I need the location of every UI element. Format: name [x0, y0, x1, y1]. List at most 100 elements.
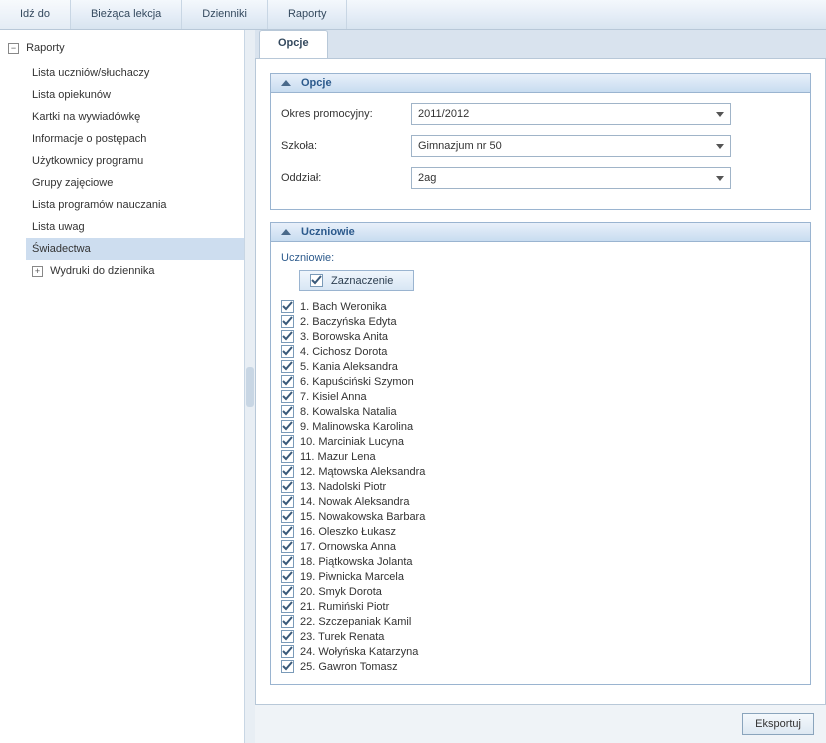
form-select[interactable]: Gimnazjum nr 50	[411, 135, 731, 157]
footer: Eksportuj	[255, 705, 826, 743]
splitter-handle-icon[interactable]	[246, 367, 254, 407]
student-checkbox[interactable]	[281, 525, 294, 538]
students-panel-header[interactable]: Uczniowie	[271, 223, 810, 242]
content-body: Opcje Okres promocyjny: 2011/2012 Szkoła:G…	[255, 58, 826, 705]
tree-root[interactable]: − Raporty	[0, 38, 244, 58]
student-checkbox[interactable]	[281, 510, 294, 523]
student-row: 24. Wołyńska Katarzyna	[281, 644, 800, 659]
student-row: 8. Kowalska Natalia	[281, 404, 800, 419]
student-row: 2. Baczyńska Edyta	[281, 314, 800, 329]
form-select[interactable]: 2011/2012	[411, 103, 731, 125]
tab-strip: Opcje	[255, 30, 826, 58]
export-button[interactable]: Eksportuj	[742, 713, 814, 735]
sidebar-item[interactable]: Grupy zajęciowe	[26, 172, 244, 194]
student-name: 13. Nadolski Piotr	[300, 481, 386, 493]
student-name: 9. Malinowska Karolina	[300, 421, 413, 433]
student-checkbox[interactable]	[281, 630, 294, 643]
form-row: Szkoła:Gimnazjum nr 50	[281, 135, 800, 157]
menu-item-reports[interactable]: Raporty	[268, 0, 348, 29]
student-checkbox[interactable]	[281, 360, 294, 373]
student-name: 24. Wołyńska Katarzyna	[300, 646, 418, 658]
student-row: 17. Ornowska Anna	[281, 539, 800, 554]
student-checkbox[interactable]	[281, 390, 294, 403]
sidebar-item[interactable]: Lista opiekunów	[26, 84, 244, 106]
sidebar-item[interactable]: Lista programów nauczania	[26, 194, 244, 216]
top-menu: Idź do Bieżąca lekcja Dzienniki Raporty	[0, 0, 826, 30]
sidebar-item[interactable]: Użytkownicy programu	[26, 150, 244, 172]
student-checkbox[interactable]	[281, 315, 294, 328]
student-checkbox[interactable]	[281, 420, 294, 433]
student-row: 23. Turek Renata	[281, 629, 800, 644]
student-row: 14. Nowak Aleksandra	[281, 494, 800, 509]
student-row: 6. Kapuściński Szymon	[281, 374, 800, 389]
student-checkbox[interactable]	[281, 495, 294, 508]
student-name: 3. Borowska Anita	[300, 331, 388, 343]
student-row: 10. Marciniak Lucyna	[281, 434, 800, 449]
student-name: 15. Nowakowska Barbara	[300, 511, 425, 523]
student-name: 17. Ornowska Anna	[300, 541, 396, 553]
options-panel: Opcje Okres promocyjny: 2011/2012 Szkoła:G…	[270, 73, 811, 210]
student-checkbox[interactable]	[281, 300, 294, 313]
sidebar-item[interactable]: Kartki na wywiadówkę	[26, 106, 244, 128]
form-select[interactable]: 2ag	[411, 167, 731, 189]
student-checkbox[interactable]	[281, 645, 294, 658]
student-checkbox[interactable]	[281, 450, 294, 463]
student-checkbox[interactable]	[281, 660, 294, 673]
menu-item-current-lesson[interactable]: Bieżąca lekcja	[71, 0, 182, 29]
student-row: 1. Bach Weronika	[281, 299, 800, 314]
select-value: 2011/2012	[418, 108, 469, 120]
student-checkbox[interactable]	[281, 375, 294, 388]
collapse-icon[interactable]	[279, 77, 293, 89]
splitter[interactable]	[245, 30, 255, 743]
student-row: 12. Mątowska Aleksandra	[281, 464, 800, 479]
menu-item-goto[interactable]: Idź do	[0, 0, 71, 29]
student-checkbox[interactable]	[281, 570, 294, 583]
student-checkbox[interactable]	[281, 465, 294, 478]
student-name: 23. Turek Renata	[300, 631, 384, 643]
student-name: 4. Cichosz Dorota	[300, 346, 387, 358]
select-value: 2ag	[418, 172, 436, 184]
student-checkbox[interactable]	[281, 405, 294, 418]
sidebar-item[interactable]: Lista uczniów/słuchaczy	[26, 62, 244, 84]
student-name: 8. Kowalska Natalia	[300, 406, 397, 418]
tree-expand-icon[interactable]: +	[32, 266, 43, 277]
student-checkbox[interactable]	[281, 330, 294, 343]
student-row: 16. Oleszko Łukasz	[281, 524, 800, 539]
student-checkbox[interactable]	[281, 540, 294, 553]
options-panel-header[interactable]: Opcje	[271, 74, 810, 93]
student-row: 11. Mazur Lena	[281, 449, 800, 464]
student-checkbox[interactable]	[281, 585, 294, 598]
student-name: 12. Mątowska Aleksandra	[300, 466, 425, 478]
select-value: Gimnazjum nr 50	[418, 140, 502, 152]
form-label: Okres promocyjny:	[281, 108, 411, 120]
student-checkbox[interactable]	[281, 555, 294, 568]
tree-sub-root[interactable]: + Wydruki do dziennika	[26, 260, 244, 282]
student-row: 18. Piątkowska Jolanta	[281, 554, 800, 569]
student-checkbox[interactable]	[281, 480, 294, 493]
student-row: 25. Gawron Tomasz	[281, 659, 800, 674]
sidebar: − Raporty Lista uczniów/słuchaczyLista o…	[0, 30, 245, 743]
chevron-down-icon	[716, 112, 724, 117]
student-checkbox[interactable]	[281, 435, 294, 448]
menu-item-journals[interactable]: Dzienniki	[182, 0, 268, 29]
student-row: 22. Szczepaniak Kamil	[281, 614, 800, 629]
student-checkbox[interactable]	[281, 615, 294, 628]
sidebar-item[interactable]: Informacje o postępach	[26, 128, 244, 150]
student-name: 16. Oleszko Łukasz	[300, 526, 396, 538]
tab-options[interactable]: Opcje	[259, 30, 328, 58]
student-name: 25. Gawron Tomasz	[300, 661, 398, 673]
student-checkbox[interactable]	[281, 345, 294, 358]
student-row: 21. Rumiński Piotr	[281, 599, 800, 614]
sidebar-item[interactable]: Lista uwag	[26, 216, 244, 238]
student-row: 3. Borowska Anita	[281, 329, 800, 344]
tree-collapse-icon[interactable]: −	[8, 43, 19, 54]
student-checkbox[interactable]	[281, 600, 294, 613]
student-name: 21. Rumiński Piotr	[300, 601, 389, 613]
options-panel-title: Opcje	[301, 77, 332, 89]
select-all-button[interactable]: Zaznaczenie	[299, 270, 414, 291]
collapse-icon[interactable]	[279, 226, 293, 238]
student-name: 6. Kapuściński Szymon	[300, 376, 414, 388]
students-label: Uczniowie:	[281, 252, 800, 264]
sidebar-item[interactable]: Świadectwa	[26, 238, 244, 260]
student-name: 22. Szczepaniak Kamil	[300, 616, 411, 628]
